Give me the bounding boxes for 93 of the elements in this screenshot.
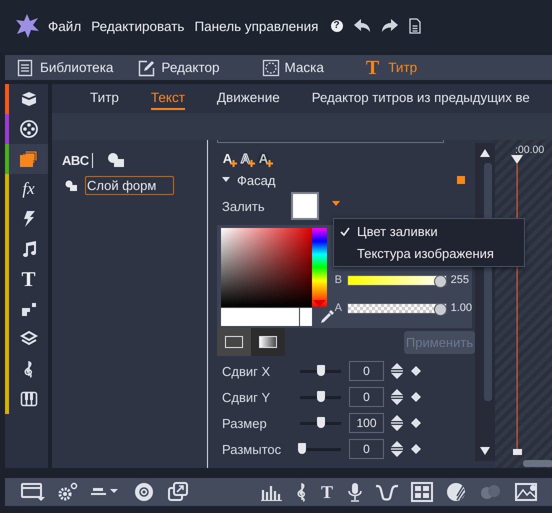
shapes-icon xyxy=(65,180,77,191)
slider-thumb[interactable] xyxy=(434,274,447,288)
text-style-button[interactable]: A xyxy=(256,149,271,167)
menu-item[interactable]: Панель управления xyxy=(194,18,318,34)
section-header[interactable]: Фасад xyxy=(222,172,276,188)
workspace-tab[interactable]: Маска xyxy=(262,55,324,80)
undo-icon[interactable] xyxy=(352,18,370,34)
spinner-icon[interactable] xyxy=(390,362,404,380)
striped-circle-icon[interactable] xyxy=(445,482,468,502)
timecode: :00.00 xyxy=(514,143,546,155)
slider-thumb[interactable] xyxy=(316,365,324,376)
plus-icon xyxy=(266,160,273,167)
slider-thumb[interactable] xyxy=(298,443,306,454)
scroll-down-icon[interactable] xyxy=(480,447,490,455)
list-icon xyxy=(17,58,35,76)
workspace-tab[interactable]: Библиотека xyxy=(17,55,114,80)
shapes-icon[interactable] xyxy=(106,152,125,168)
wave-icon[interactable] xyxy=(375,482,400,502)
piano-keys-icon xyxy=(18,389,38,409)
old-color-preview xyxy=(300,308,312,326)
text-tool-button[interactable]: T xyxy=(321,482,334,502)
spinner-icon[interactable] xyxy=(390,388,404,406)
channel-slider[interactable] xyxy=(346,302,447,314)
eyedropper-icon[interactable] xyxy=(320,310,334,324)
hue-marker-icon[interactable] xyxy=(313,300,326,307)
horizontal-scroll-thumb[interactable] xyxy=(523,460,552,467)
color-field[interactable] xyxy=(221,228,312,307)
menu-item[interactable]: Цвет заливки xyxy=(334,220,524,242)
menu-item[interactable]: Редактировать xyxy=(91,18,184,34)
sidebar-tool[interactable]: T xyxy=(9,264,48,294)
gears-icon[interactable] xyxy=(57,482,79,502)
color-swatch[interactable] xyxy=(291,192,319,220)
slider-thumb[interactable] xyxy=(434,302,447,316)
disc-icon[interactable] xyxy=(133,482,155,502)
image-icon[interactable] xyxy=(515,482,540,502)
grid-icon[interactable] xyxy=(411,482,434,502)
channel-slider[interactable] xyxy=(346,274,447,286)
input-field[interactable] xyxy=(217,140,444,143)
display-icon[interactable] xyxy=(21,482,45,502)
slider-thumb[interactable] xyxy=(316,391,324,402)
help-button[interactable]: ? xyxy=(330,20,342,32)
sidebar-tool[interactable]: fx xyxy=(9,174,48,204)
gradient-icon xyxy=(259,336,277,348)
text-tool-button[interactable]: ABC xyxy=(62,152,93,168)
caret-down-icon[interactable] xyxy=(332,201,340,207)
sub-tab[interactable]: Редактор титров из предыдущих ве xyxy=(312,84,530,113)
rectangle-icon xyxy=(225,336,243,348)
menu-item[interactable]: Файл xyxy=(48,18,82,34)
sub-tab[interactable]: Текст xyxy=(150,84,185,110)
channel-label: A xyxy=(334,302,343,314)
keyframe-diamond-icon[interactable] xyxy=(411,392,421,402)
title-icon: T xyxy=(366,58,380,78)
sub-tab[interactable]: Титр xyxy=(90,84,119,113)
text-style-button[interactable]: A xyxy=(220,149,235,167)
channel-value: 255 xyxy=(450,274,469,286)
fill-mode-button[interactable] xyxy=(251,328,285,356)
param-label: Сдвиг Y xyxy=(222,390,272,404)
document-icon[interactable] xyxy=(408,18,420,34)
workspace-tab[interactable]: Редактор xyxy=(138,55,220,80)
scroll-up-icon[interactable] xyxy=(480,149,490,157)
value-field[interactable]: 0 xyxy=(349,361,384,381)
value-field[interactable]: 100 xyxy=(349,413,384,433)
layer-name-field[interactable]: Слой форм xyxy=(85,176,174,195)
param-label: Размытос xyxy=(222,442,282,456)
workspace-tab[interactable]: T Титр xyxy=(366,55,418,80)
sidebar-tool[interactable] xyxy=(9,144,48,174)
keyframe-diamond-icon[interactable] xyxy=(411,444,421,454)
keyframe-marker xyxy=(457,176,465,184)
param-label: Сдвиг X xyxy=(222,364,272,378)
plus-icon xyxy=(248,160,255,167)
value-field[interactable]: 0 xyxy=(349,387,384,407)
folders-icon xyxy=(18,149,38,169)
microphone-icon[interactable] xyxy=(347,482,364,502)
param-label: Размер xyxy=(222,416,268,430)
film-reel-icon xyxy=(18,119,38,139)
fill-label: Залить xyxy=(222,198,266,214)
hue-slider[interactable] xyxy=(312,228,327,307)
value-field[interactable]: 0 xyxy=(349,439,384,459)
menu-item[interactable]: Текстура изображения xyxy=(334,242,524,264)
plus-icon xyxy=(230,160,237,167)
redo-icon[interactable] xyxy=(380,18,398,34)
spinner-icon[interactable] xyxy=(390,440,404,458)
spinner-icon[interactable] xyxy=(390,414,404,432)
sub-tab[interactable]: Движение xyxy=(216,84,280,113)
keyframe-diamond-icon[interactable] xyxy=(411,366,421,376)
keyframe-diamond-icon[interactable] xyxy=(411,418,421,428)
slider-thumb[interactable] xyxy=(316,417,324,428)
channel-label: B xyxy=(334,274,343,286)
logo-icon xyxy=(14,13,40,39)
channel-value: 1.00 xyxy=(450,302,472,314)
fill-mode-button[interactable] xyxy=(217,328,251,356)
pencil-icon xyxy=(138,58,156,76)
export-icon[interactable] xyxy=(167,482,189,502)
